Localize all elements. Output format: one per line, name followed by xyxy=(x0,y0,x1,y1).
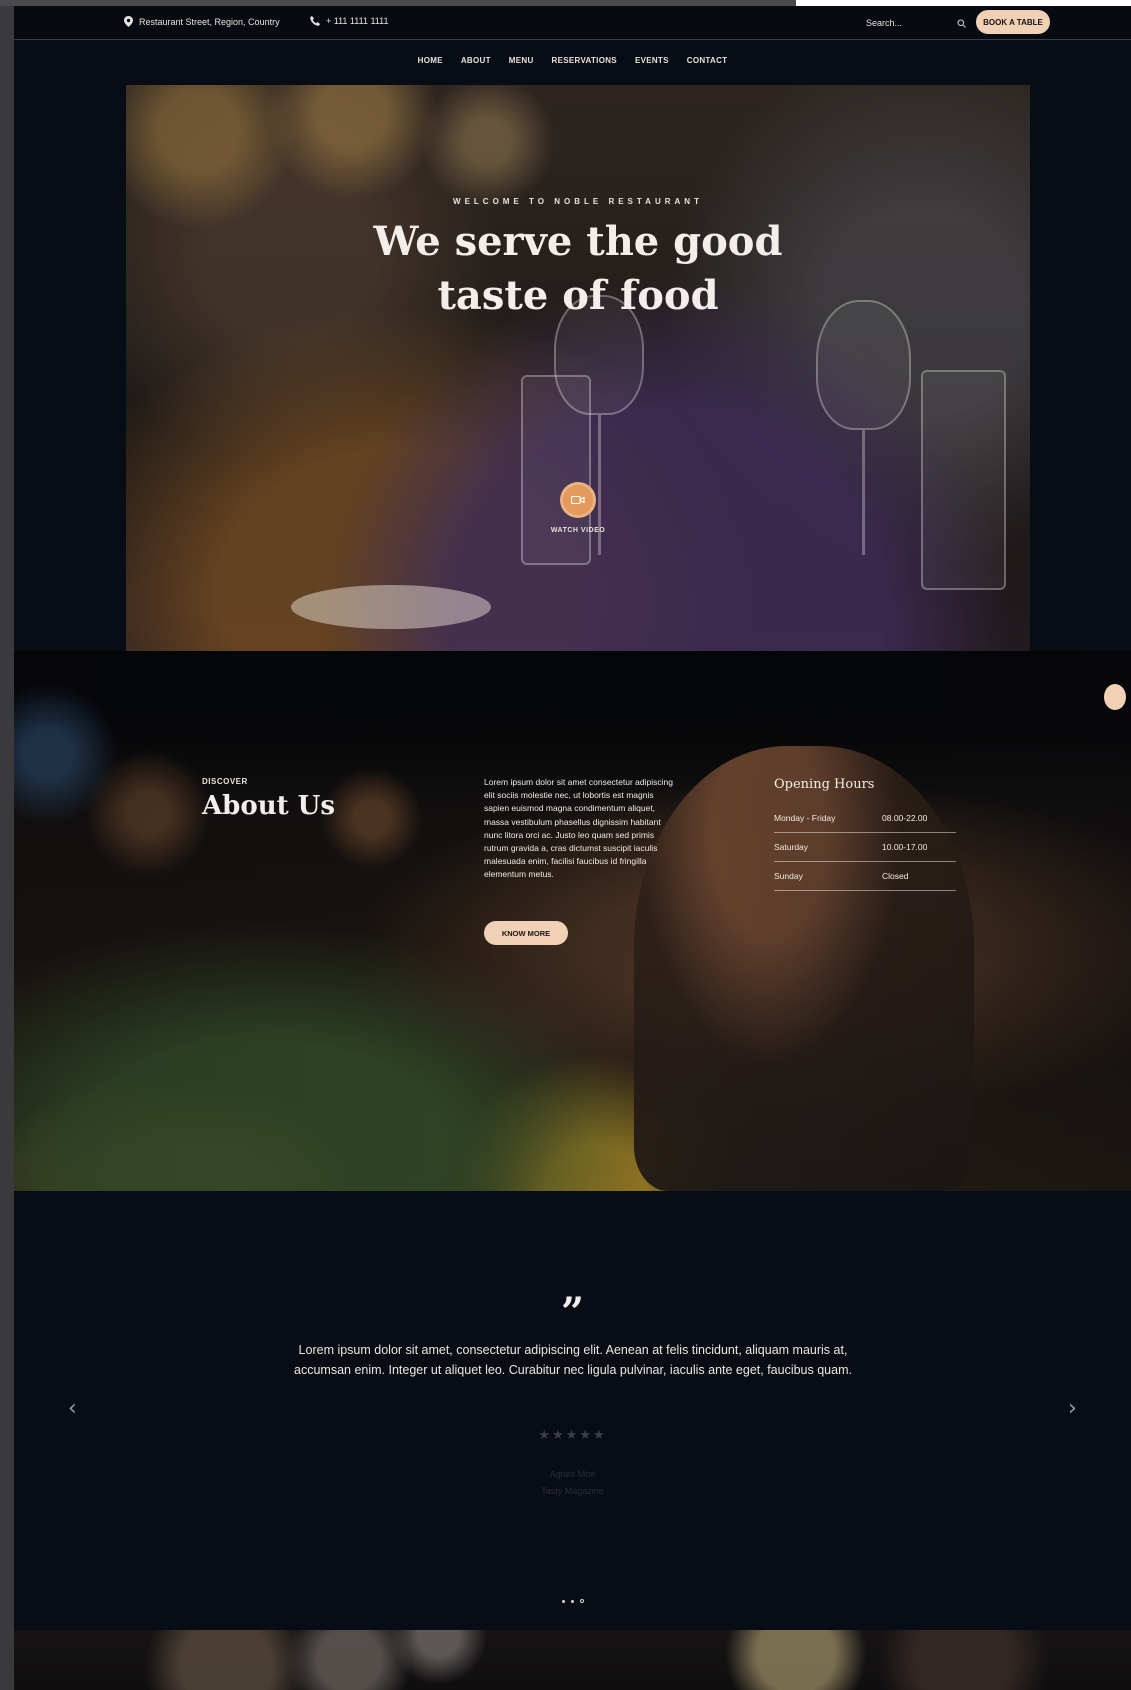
search-input[interactable] xyxy=(866,18,946,28)
testimonial-author: Agnes Moe Tasty Magazine xyxy=(14,1466,1131,1500)
author-name: Agnes Moe xyxy=(549,1469,596,1479)
slider-dot[interactable] xyxy=(579,1599,584,1603)
hours-day: Saturday xyxy=(774,842,809,852)
author-source: Tasty Magazine xyxy=(541,1486,604,1496)
hours-row: Saturday 10.00-17.00 xyxy=(774,833,956,862)
prev-arrow-icon[interactable]: ‹ xyxy=(68,1396,77,1421)
testimonial-section: ” Lorem ipsum dolor sit amet, consectetu… xyxy=(14,1191,1131,1630)
book-table-button[interactable]: BOOK A TABLE xyxy=(976,10,1050,34)
nav-contact[interactable]: CONTACT xyxy=(687,56,728,65)
rating-stars: ★★★★★ xyxy=(538,1427,607,1442)
nav-home[interactable]: HOME xyxy=(418,56,443,65)
hero-title: We serve the good taste of food xyxy=(126,215,1030,323)
about-overlay xyxy=(14,651,1131,1191)
video-camera-icon xyxy=(571,495,585,505)
top-bar: Restaurant Street, Region, Country + 111… xyxy=(14,6,1131,40)
watch-video-button[interactable] xyxy=(560,482,596,518)
opening-hours-title: Opening Hours xyxy=(774,777,875,792)
about-title: About Us xyxy=(202,791,335,821)
phone-info: + 111 1111 1111 xyxy=(310,16,388,26)
slider-dot[interactable] xyxy=(561,1599,565,1603)
nav-menu[interactable]: MENU xyxy=(509,56,534,65)
hero-title-line1: We serve the good xyxy=(373,218,783,265)
next-arrow-icon[interactable]: › xyxy=(1068,1396,1077,1421)
location-pin-icon xyxy=(124,16,133,27)
scroll-to-top-button[interactable] xyxy=(1104,684,1126,710)
hours-time: Closed xyxy=(882,871,909,881)
phone-icon xyxy=(310,16,320,26)
testimonial-text: Lorem ipsum dolor sit amet, consectetur … xyxy=(294,1343,852,1377)
hours-row: Sunday Closed xyxy=(774,862,956,891)
nav-about[interactable]: ABOUT xyxy=(461,56,491,65)
know-more-button[interactable]: KNOW MORE xyxy=(484,921,568,945)
hero-eyebrow: WELCOME TO NOBLE RESTAURANT xyxy=(453,197,703,206)
hours-time: 10.00-17.00 xyxy=(882,842,928,852)
address-text: Restaurant Street, Region, Country xyxy=(139,16,280,27)
main-nav: HOME ABOUT MENU RESERVATIONS EVENTS CONT… xyxy=(14,56,1131,65)
hours-day: Monday - Friday xyxy=(774,813,836,823)
nav-events[interactable]: EVENTS xyxy=(635,56,669,65)
hours-time: 08.00-22.00 xyxy=(882,813,928,823)
page: Restaurant Street, Region, Country + 111… xyxy=(14,6,1131,1690)
about-section: DISCOVER About Us Lorem ipsum dolor sit … xyxy=(14,651,1131,1191)
slider-dots xyxy=(14,1599,1131,1603)
hero-title-line2: taste of food xyxy=(437,272,719,319)
phone-text: + 111 1111 1111 xyxy=(326,16,389,26)
about-eyebrow: DISCOVER xyxy=(202,777,248,786)
watch-video-label: WATCH VIDEO xyxy=(550,527,606,534)
nav-reservations[interactable]: RESERVATIONS xyxy=(552,56,617,65)
search-box xyxy=(866,14,966,32)
slider-dot[interactable] xyxy=(570,1599,574,1603)
search-icon[interactable] xyxy=(957,18,966,28)
food-gallery-band xyxy=(14,1630,1131,1690)
opening-hours: Opening Hours Monday - Friday 08.00-22.0… xyxy=(774,777,956,891)
quote-icon: ” xyxy=(560,1289,584,1336)
hero-content: WELCOME TO NOBLE RESTAURANT We serve the… xyxy=(126,85,1030,651)
about-text: Lorem ipsum dolor sit amet consectetur a… xyxy=(484,777,673,880)
address-info: Restaurant Street, Region, Country xyxy=(124,16,280,27)
hero-section: WELCOME TO NOBLE RESTAURANT We serve the… xyxy=(126,85,1030,651)
hours-row: Monday - Friday 08.00-22.00 xyxy=(774,804,956,833)
hours-day: Sunday xyxy=(774,871,803,881)
